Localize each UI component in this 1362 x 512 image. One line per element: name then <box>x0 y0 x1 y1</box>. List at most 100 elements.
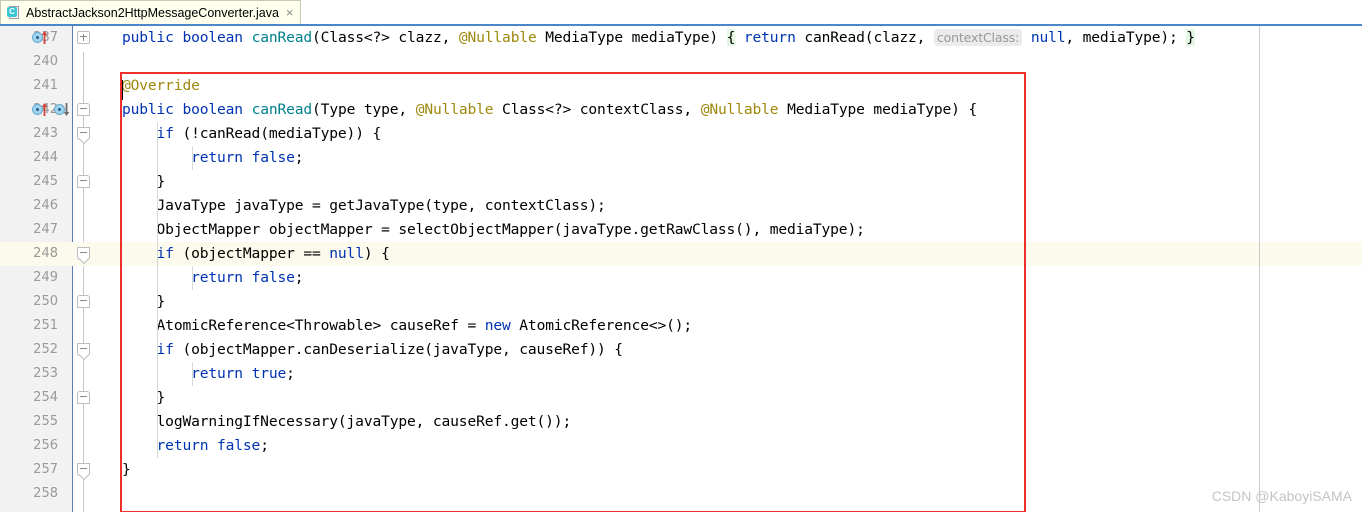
code-token: @Nullable <box>415 101 494 118</box>
line-number[interactable]: 245 <box>0 170 58 194</box>
line-number[interactable]: 252 <box>0 338 58 362</box>
code-token: { <box>726 29 736 46</box>
close-icon[interactable]: × <box>286 6 294 19</box>
line-number[interactable]: 258 <box>0 482 58 506</box>
code-line[interactable]: 255 logWarningIfNecessary(javaType, caus… <box>0 410 1362 434</box>
indent-guide <box>157 314 158 338</box>
code-line[interactable]: 250 } <box>0 290 1362 314</box>
code-line[interactable]: 258 <box>0 482 1362 506</box>
code-text[interactable]: } <box>122 386 166 410</box>
line-number[interactable]: 240 <box>0 50 58 74</box>
indent-guide <box>157 170 158 194</box>
code-text[interactable]: return true; <box>122 362 295 386</box>
code-token: false <box>251 149 295 166</box>
line-number[interactable]: 257 <box>0 458 58 482</box>
code-token: @Nullable <box>458 29 537 46</box>
code-line[interactable]: 240 <box>0 50 1362 74</box>
code-line[interactable]: 251 AtomicReference<Throwable> causeRef … <box>0 314 1362 338</box>
java-class-icon: C <box>7 5 21 20</box>
line-number[interactable]: 246 <box>0 194 58 218</box>
code-token: , mediaType); <box>1065 29 1187 46</box>
code-text[interactable]: AtomicReference<Throwable> causeRef = ne… <box>122 314 693 338</box>
code-line[interactable]: 237 public boolean canRead(Class<?> clazz… <box>0 26 1362 50</box>
code-token: } <box>122 461 131 478</box>
fold-marker[interactable] <box>77 295 90 308</box>
code-token: ) { <box>363 245 390 262</box>
code-token: if <box>156 245 174 262</box>
indent-guide <box>157 386 158 410</box>
code-text[interactable]: if (objectMapper.canDeserialize(javaType… <box>122 338 624 362</box>
line-number[interactable]: 242 <box>0 98 58 122</box>
code-line[interactable]: 245 } <box>0 170 1362 194</box>
line-number[interactable]: 250 <box>0 290 58 314</box>
line-number[interactable]: 248 <box>0 242 58 266</box>
code-text[interactable]: return false; <box>122 434 269 458</box>
tab-abstractjackson2httpmessageconverter[interactable]: C AbstractJackson2HttpMessageConverter.j… <box>0 0 301 24</box>
line-number[interactable]: 256 <box>0 434 58 458</box>
code-line[interactable]: 248 if (objectMapper == null) { <box>0 242 1362 266</box>
line-number[interactable]: 241 <box>0 74 58 98</box>
implementing-method-icon[interactable] <box>32 102 48 118</box>
code-text[interactable]: } <box>122 170 166 194</box>
code-token: @Nullable <box>700 101 779 118</box>
code-token: ; <box>294 269 304 286</box>
fold-marker[interactable] <box>77 463 90 476</box>
code-line[interactable]: 246 JavaType javaType = getJavaType(type… <box>0 194 1362 218</box>
line-number[interactable]: 243 <box>0 122 58 146</box>
line-number[interactable]: 249 <box>0 266 58 290</box>
code-token: return <box>191 269 243 286</box>
code-line[interactable]: 241 @Override <box>0 74 1362 98</box>
text-caret <box>122 80 123 100</box>
code-token: } <box>1186 29 1195 46</box>
fold-marker[interactable] <box>77 31 90 44</box>
fold-marker[interactable] <box>77 103 90 116</box>
fold-marker[interactable] <box>77 175 90 188</box>
fold-marker[interactable] <box>77 343 90 356</box>
indent-guide <box>157 410 158 434</box>
indent-guide <box>157 242 158 266</box>
code-text[interactable]: } <box>122 458 131 482</box>
code-line[interactable]: 247 ObjectMapper objectMapper = selectOb… <box>0 218 1362 242</box>
fold-marker[interactable] <box>77 127 90 140</box>
code-text[interactable]: ObjectMapper objectMapper = selectObject… <box>122 218 865 242</box>
code-token: public <box>122 101 174 118</box>
line-number[interactable]: 251 <box>0 314 58 338</box>
code-line[interactable]: 252 if (objectMapper.canDeserialize(java… <box>0 338 1362 362</box>
line-number[interactable]: 244 <box>0 146 58 170</box>
code-token: MediaType mediaType) <box>536 29 727 46</box>
code-text[interactable]: public boolean canRead(Type type, @Nulla… <box>122 98 977 122</box>
code-line[interactable]: 249 return false; <box>0 266 1362 290</box>
code-token: false <box>251 269 295 286</box>
code-line[interactable]: 257} <box>0 458 1362 482</box>
code-text[interactable]: if (objectMapper == null) { <box>122 242 390 266</box>
overridden-method-icon[interactable] <box>54 102 70 118</box>
line-number[interactable]: 253 <box>0 362 58 386</box>
line-number[interactable]: 254 <box>0 386 58 410</box>
code-text[interactable]: return false; <box>122 266 303 290</box>
code-text[interactable]: return false; <box>122 146 303 170</box>
code-line[interactable]: 242 public boolean canRead(Type type, @Nu… <box>0 98 1362 122</box>
code-text[interactable]: JavaType javaType = getJavaType(type, co… <box>122 194 606 218</box>
code-text[interactable]: if (!canRead(mediaType)) { <box>122 122 382 146</box>
code-text[interactable]: @Override <box>122 74 200 98</box>
line-number[interactable]: 247 <box>0 218 58 242</box>
code-line[interactable]: 254 } <box>0 386 1362 410</box>
code-text[interactable]: logWarningIfNecessary(javaType, causeRef… <box>122 410 572 434</box>
code-line[interactable]: 243 if (!canRead(mediaType)) { <box>0 122 1362 146</box>
fold-marker[interactable] <box>77 247 90 260</box>
fold-marker[interactable] <box>77 391 90 404</box>
code-line[interactable]: 256 return false; <box>0 434 1362 458</box>
java-class-icon-letter: C <box>7 6 17 17</box>
line-number[interactable]: 237 <box>0 26 58 50</box>
code-text[interactable]: } <box>122 290 166 314</box>
code-line[interactable]: 244 return false; <box>0 146 1362 170</box>
line-number[interactable]: 255 <box>0 410 58 434</box>
code-line[interactable]: 253 return true; <box>0 362 1362 386</box>
code-token: ; <box>286 365 295 382</box>
implementing-method-icon[interactable] <box>32 30 48 46</box>
code-editor[interactable]: 237 public boolean canRead(Class<?> clazz… <box>0 26 1362 512</box>
code-text[interactable]: public boolean canRead(Class<?> clazz, @… <box>122 26 1195 50</box>
